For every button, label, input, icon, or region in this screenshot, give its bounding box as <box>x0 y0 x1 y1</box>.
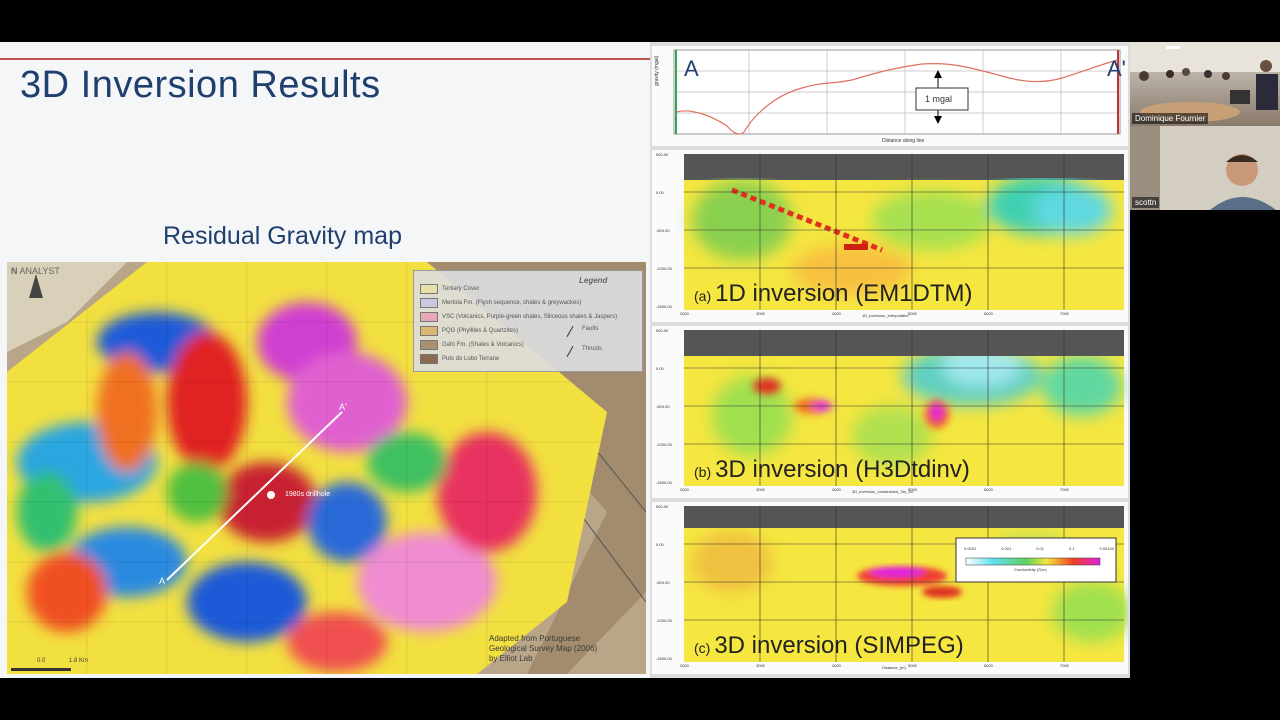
x-tick-label: 4000 <box>832 487 841 492</box>
section-b: (b) 3D inversion (H3Dtdinv) 3D_inversion_… <box>652 326 1128 498</box>
map-legend: Legend Tertiary Cover Mertola Fm. (Flysh… <box>413 270 643 372</box>
x-tick-label: 6000 <box>984 663 993 668</box>
thrust-symbol-icon <box>566 346 574 357</box>
legend-symbol-thrusts: Thrusts <box>582 346 603 352</box>
title-rule <box>0 58 650 60</box>
x-tick-label: 2000 <box>680 487 689 492</box>
y-tick-label: 500.00 <box>656 504 669 509</box>
section-a: (a) 1D inversion (EM1DTM) 1D_inversion_in… <box>652 150 1128 322</box>
participant-name: Dominique Fournier <box>1132 113 1209 124</box>
colorbar-label: Conductivity (S/m) <box>1014 567 1047 572</box>
x-tick-label: 7000 <box>1060 663 1069 668</box>
profile-end-label: A' <box>1107 56 1126 81</box>
section-a-label: (a) 1D inversion (EM1DTM) <box>694 280 973 307</box>
x-tick-label: 5000 <box>908 663 917 668</box>
slide-title: 3D Inversion Results <box>20 64 381 106</box>
map-title: Residual Gravity map <box>163 222 402 250</box>
y-tick-label: -500.00 <box>656 580 670 585</box>
legend-item: Gafo Fm. (Shales & Volcanics) <box>420 340 524 350</box>
x-tick-label: 5000 <box>908 487 917 492</box>
participant-name: scottn <box>1132 197 1160 208</box>
y-tick-label: -1000.00 <box>656 266 672 271</box>
x-tick-label: 2000 <box>680 311 689 316</box>
colorbar-ticks: 0.0001 0.001 0.01 0.1 0.00100 <box>964 546 1114 551</box>
gravity-profile: A A' 1 mgal Distance along line gravity … <box>652 46 1128 146</box>
scale-bar <box>11 668 71 671</box>
section-b-x-label: 3D_inversion_constrained_3to_3D <box>852 489 914 494</box>
section-a-x-label: 1D_inversion_interpolated <box>862 313 909 318</box>
y-tick-label: 500.00 <box>656 328 669 333</box>
profile-y-axis-label: gravity (mgal) <box>654 55 660 86</box>
section-c-x-label: Distance_(m) <box>882 665 906 670</box>
x-tick-label: 3000 <box>756 487 765 492</box>
legend-symbol-faults: Faults <box>582 326 599 332</box>
section-c-label: (c) 3D inversion (SIMPEG) <box>694 632 964 659</box>
presentation-slide: 3D Inversion Results Residual Gravity ma… <box>0 42 650 678</box>
legend-item: Mertola Fm. (Flysh sequence, shales & gr… <box>420 298 581 308</box>
video-tile-scottn[interactable]: scottn <box>1130 126 1280 210</box>
y-tick-label: 0.00 <box>656 190 664 195</box>
gravity-map: N ANALYST A A' 1980s drillhole 0.0 1.8 K… <box>7 262 646 674</box>
y-tick-label: -1500.00 <box>656 480 672 485</box>
scale-max: 1.8 Km <box>69 658 89 664</box>
north-arrow-icon <box>29 274 43 298</box>
inversion-figure: A A' 1 mgal Distance along line gravity … <box>650 42 1132 678</box>
scale-min: 0.0 <box>37 658 46 664</box>
y-tick-label: -1000.00 <box>656 442 672 447</box>
legend-item: Tertiary Cover <box>420 284 479 294</box>
video-tile-dominique[interactable]: Dominique Fournier <box>1130 42 1280 126</box>
y-tick-label: -1500.00 <box>656 656 672 661</box>
y-tick-label: 500.00 <box>656 152 669 157</box>
y-tick-label: 0.00 <box>656 542 664 547</box>
legend-title: Legend <box>579 276 608 285</box>
fault-symbol-icon <box>566 326 574 337</box>
x-tick-label: 5000 <box>908 311 917 316</box>
section-b-label: (b) 3D inversion (H3Dtdinv) <box>694 456 970 483</box>
x-tick-label: 2000 <box>680 663 689 668</box>
profile-end-label: A' <box>339 402 347 412</box>
x-tick-label: 6000 <box>984 311 993 316</box>
map-credit: Adapted from Portuguese Geological Surve… <box>489 634 598 663</box>
section-c: 0.0001 0.001 0.01 0.1 0.00100 Conductivity (… <box>652 502 1132 674</box>
x-tick-label: 7000 <box>1060 311 1069 316</box>
gravity-profile-plot <box>673 49 1121 135</box>
x-tick-label: 7000 <box>1060 487 1069 492</box>
y-tick-label: 0.00 <box>656 366 664 371</box>
y-tick-label: -500.00 <box>656 404 670 409</box>
legend-item: VSC (Volcanics, Purple-green shales, Sil… <box>420 312 617 322</box>
x-tick-label: 4000 <box>832 311 841 316</box>
y-tick-label: -1500.00 <box>656 304 672 309</box>
video-gallery: Dominique Fournier scottn <box>1130 42 1280 210</box>
drillhole-marker <box>267 491 275 499</box>
legend-item: Pulo do Lobo Terrane <box>420 354 499 364</box>
north-label: N <box>11 266 18 276</box>
x-tick-label: 3000 <box>756 311 765 316</box>
legend-item: PQG (Phyllites & Quartzites) <box>420 326 518 336</box>
profile-scale-label: 1 mgal <box>925 94 953 104</box>
profile-start-label: A <box>684 56 699 81</box>
x-tick-label: 3000 <box>756 663 765 668</box>
y-tick-label: -1000.00 <box>656 618 672 623</box>
x-tick-label: 6000 <box>984 487 993 492</box>
profile-start-label: A <box>159 576 166 586</box>
profile-x-axis-label: Distance along line <box>882 138 925 144</box>
x-tick-label: 4000 <box>832 663 841 668</box>
y-tick-label: -500.00 <box>656 228 670 233</box>
drillhole-label: 1980s drillhole <box>285 491 331 498</box>
